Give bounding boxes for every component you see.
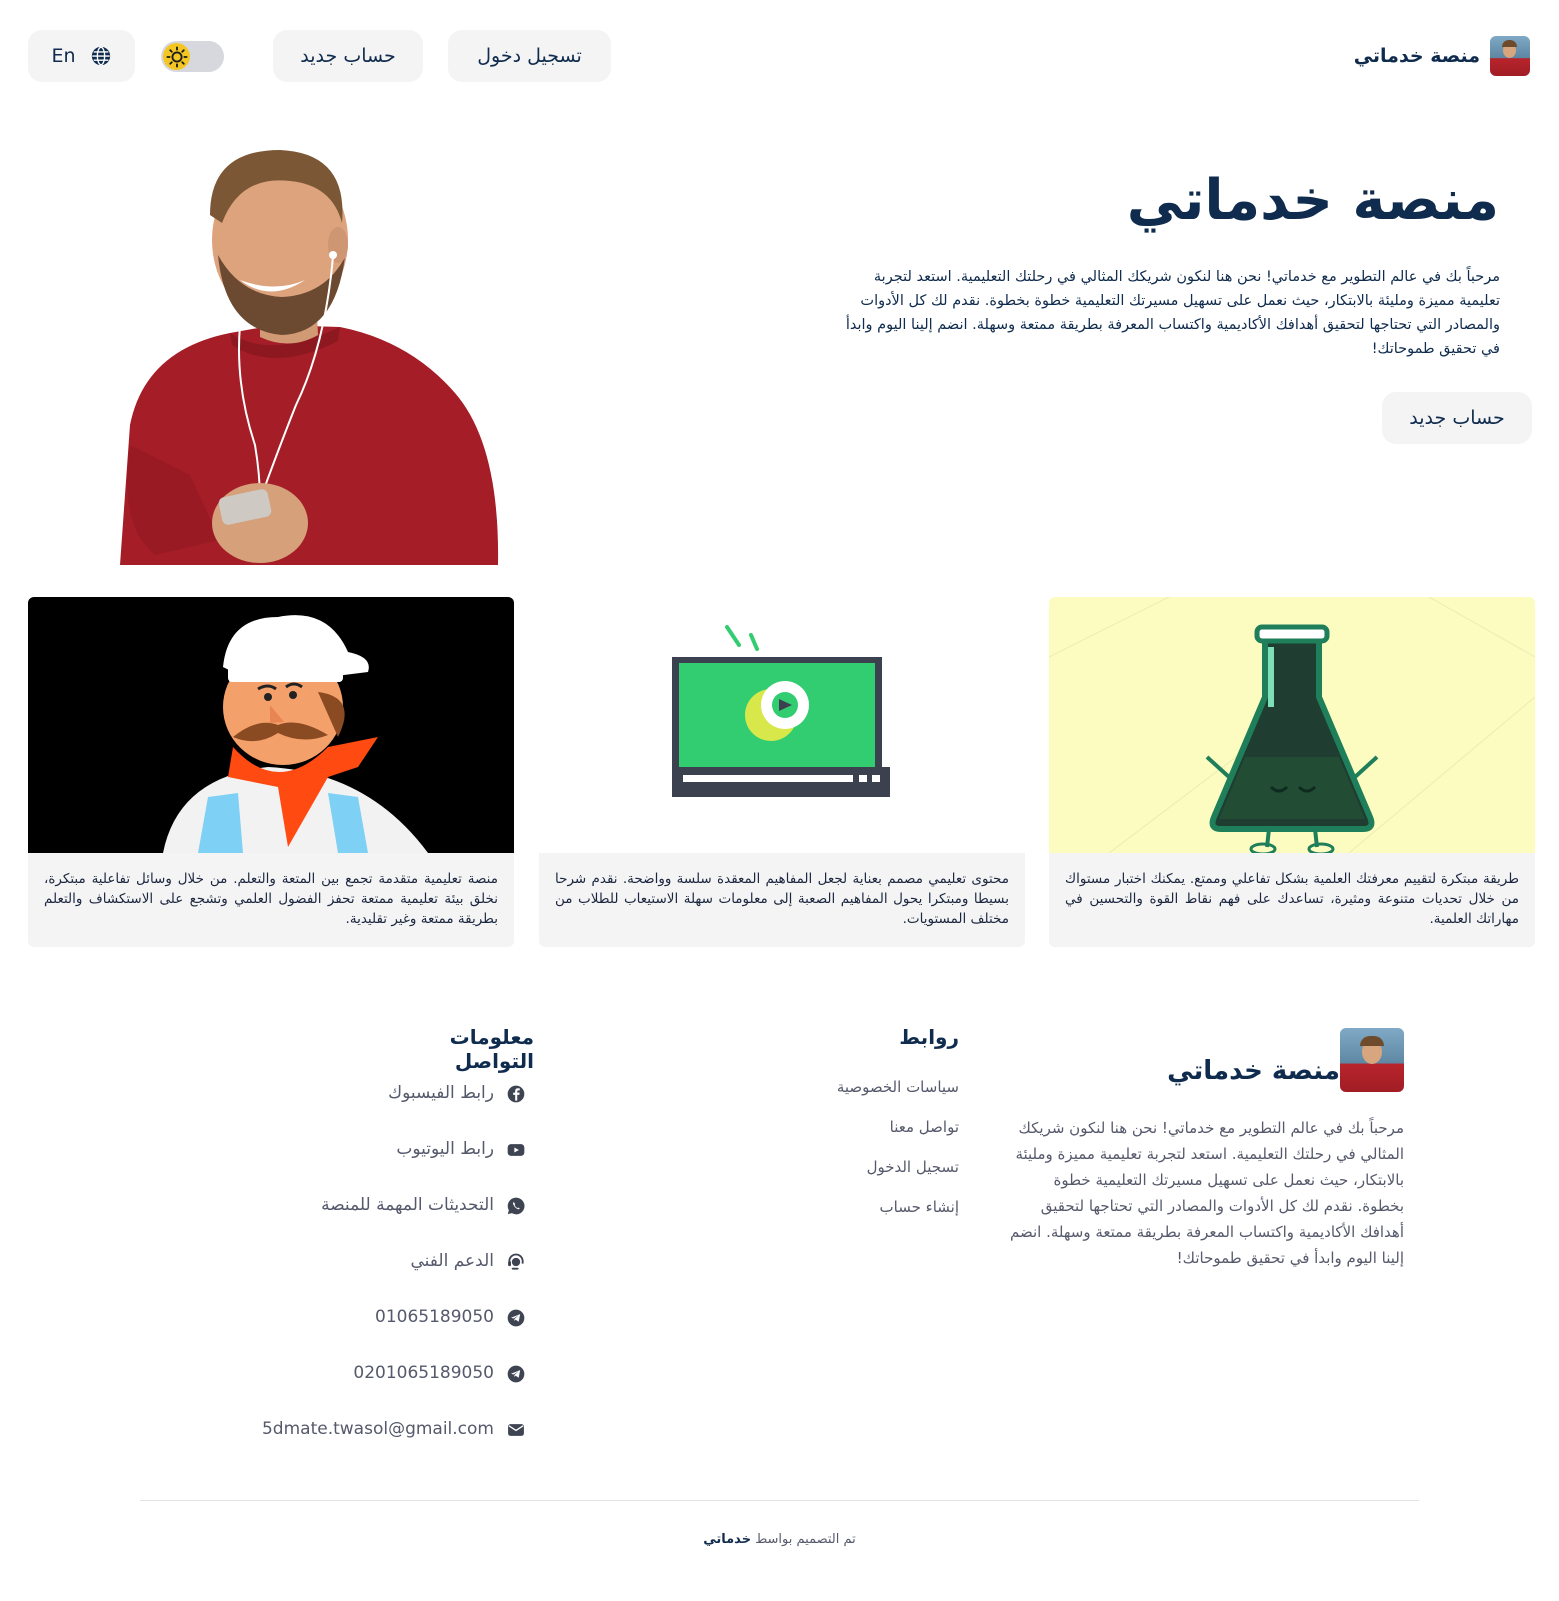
hero-description: مرحباً بك في عالم التطوير مع خدماتي! نحن… [845,269,1500,357]
contact-support[interactable]: الدعم الفني [260,1251,526,1307]
whatsapp-icon [507,1197,525,1215]
hero-register-button[interactable]: حساب جديد [1382,392,1532,444]
footer-divider [140,1500,1419,1501]
footer-description: مرحباً بك في عالم التطوير مع خدماتي! نحن… [1009,1119,1404,1267]
facebook-icon [507,1085,525,1103]
contact-email-label: 5dmate.twasol@gmail.com [261,1419,494,1439]
telegram-icon [507,1365,525,1383]
feature-card-content-text: محتوى تعليمي مصمم بعناية لجعل المفاهيم ا… [555,871,1009,927]
chef-illustration [28,597,514,853]
login-button[interactable]: تسجيل دخول [448,30,611,82]
footer-credit-text: تم التصميم بواسط [755,1532,856,1547]
footer-credit-brand[interactable]: خدماتي [703,1532,751,1547]
brand-logo[interactable]: منصة خدماتي [1354,36,1530,76]
contact-support-label: الدعم الفني [410,1251,495,1271]
contact-email[interactable]: 5dmate.twasol@gmail.com [260,1419,526,1475]
language-button[interactable]: En [28,30,135,82]
footer-avatar [1340,1028,1404,1092]
top-navbar: منصة خدماتي تسجيل دخول حساب جديد En [28,30,1530,82]
brand-avatar [1490,36,1530,76]
chemistry-flask-illustration [1049,597,1535,853]
theme-toggle[interactable] [161,41,224,72]
footer-link-privacy[interactable]: سياسات الخصوصية [837,1078,959,1118]
contact-telegram-2[interactable]: 0201065189050 [260,1363,526,1419]
footer-link-signup[interactable]: إنشاء حساب [837,1198,959,1238]
footer-contact-title: معلومات التواصل [449,1025,534,1073]
contact-whatsapp[interactable]: التحديثات المهمة للمنصة [260,1195,526,1251]
footer-contact-list: رابط الفيسبوك رابط اليوتيوب التحديثات ال… [260,1083,526,1475]
youtube-icon [507,1144,525,1156]
contact-telegram-1[interactable]: 01065189050 [260,1307,526,1363]
mail-icon [508,1424,524,1436]
sun-icon [163,43,190,70]
video-player-illustration [539,597,1025,853]
language-label: En [51,45,76,67]
footer-links-title: روابط [899,1025,959,1049]
feature-card-quiz-text: طريقة مبتكرة لتقييم معرفتك العلمية بشكل … [1065,871,1519,927]
brand-name: منصة خدماتي [1353,45,1480,67]
register-button[interactable]: حساب جديد [273,30,423,82]
contact-telegram-2-label: 0201065189050 [353,1363,494,1383]
telegram-icon [507,1309,525,1327]
contact-facebook[interactable]: رابط الفيسبوك [260,1083,526,1139]
contact-youtube-label: رابط اليوتيوب [396,1139,494,1159]
footer-credit: تم التصميم بواسط خدماتي [0,1532,1559,1547]
hero-person-image [120,150,499,565]
footer-link-contact[interactable]: تواصل معنا [837,1118,959,1158]
support-icon [508,1253,524,1270]
hero-title: منصة خدماتي [1126,168,1499,233]
contact-facebook-label: رابط الفيسبوك [388,1083,494,1103]
contact-whatsapp-label: التحديثات المهمة للمنصة [321,1195,494,1215]
feature-card-platform-text: منصة تعليمية متقدمة تجمع بين المتعة والت… [44,871,498,927]
footer-brand-name: منصة خدماتي [1167,1056,1340,1086]
feature-card-content[interactable]: محتوى تعليمي مصمم بعناية لجعل المفاهيم ا… [539,597,1025,947]
feature-card-platform[interactable]: منصة تعليمية متقدمة تجمع بين المتعة والت… [28,597,514,947]
contact-telegram-1-label: 01065189050 [375,1307,494,1327]
footer-links: سياسات الخصوصية تواصل معنا تسجيل الدخول … [837,1078,959,1238]
footer-brand[interactable]: منصة خدماتي [1167,1028,1404,1092]
contact-youtube[interactable]: رابط اليوتيوب [260,1139,526,1195]
feature-card-quiz[interactable]: طريقة مبتكرة لتقييم معرفتك العلمية بشكل … [1049,597,1535,947]
globe-icon [91,46,110,66]
footer-link-login[interactable]: تسجيل الدخول [837,1158,959,1198]
